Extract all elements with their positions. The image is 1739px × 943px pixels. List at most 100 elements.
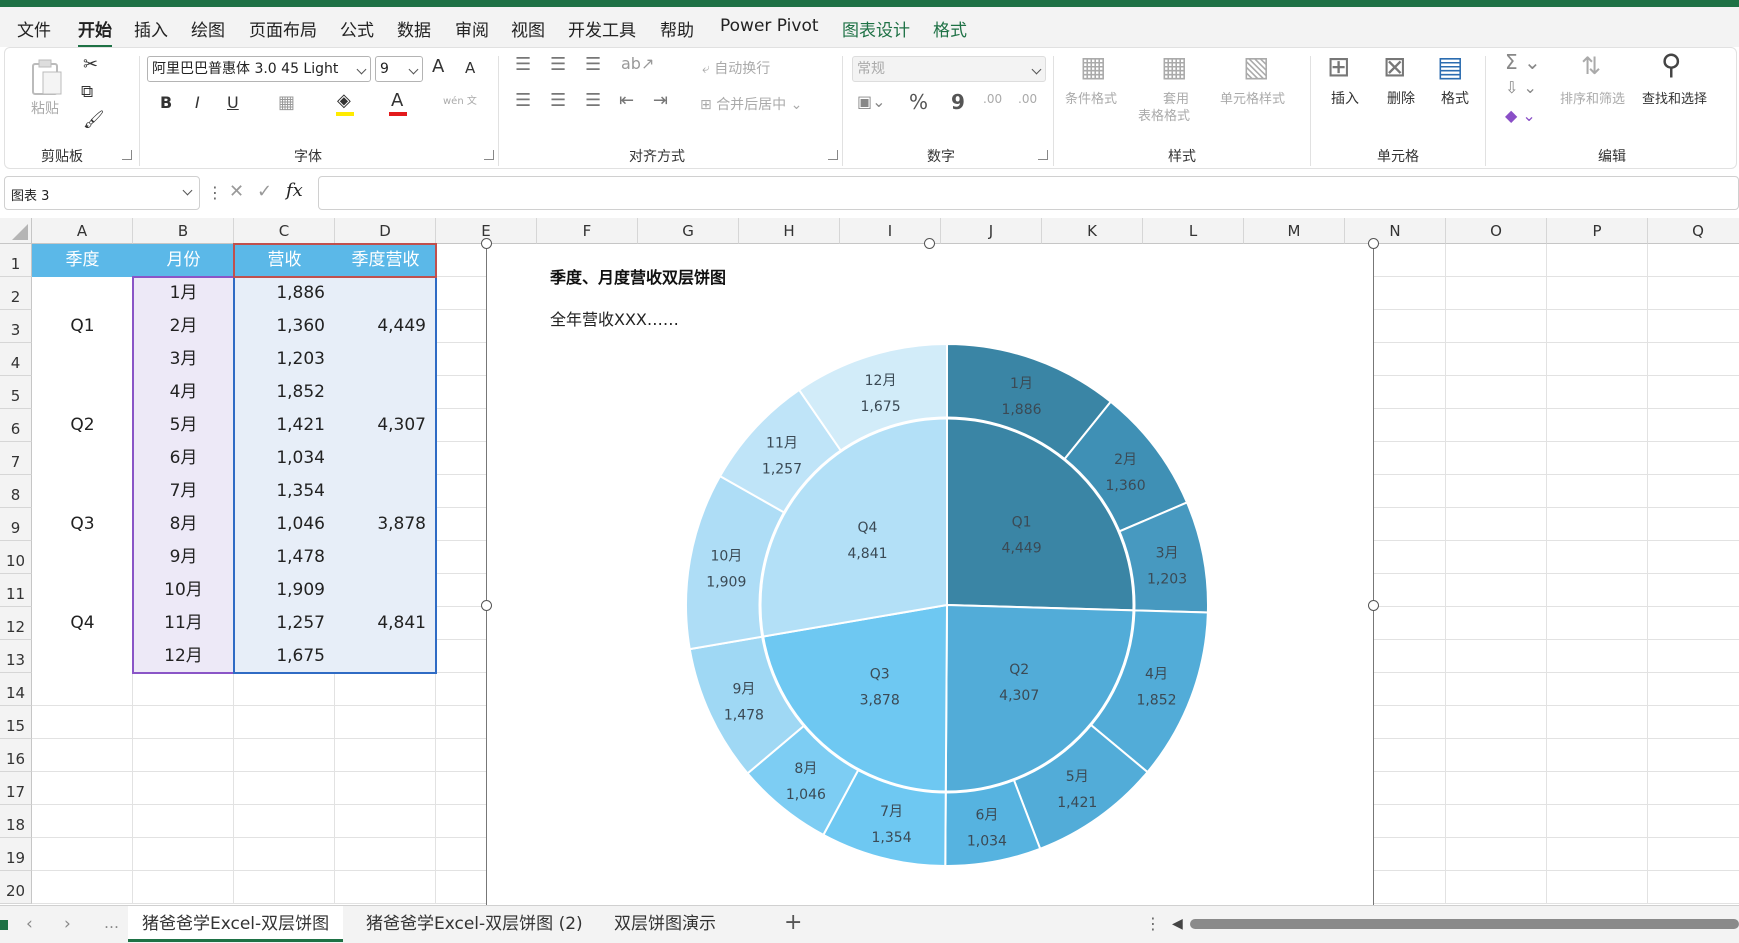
cell-styles-icon[interactable]: ▧ [1243,50,1269,83]
row-header-9[interactable]: 9 [0,508,32,541]
copy-icon[interactable]: ⧉ [81,82,93,102]
enter-icon[interactable]: ✓ [257,181,272,202]
column-header-d[interactable]: D [335,218,436,244]
delete-cells-button[interactable]: 删除 [1387,88,1415,108]
quarter-cell[interactable]: Q4 [32,574,133,673]
insert-cells-button[interactable]: 插入 [1331,88,1359,108]
month-cell[interactable]: 10月 [133,574,234,607]
tab-home[interactable]: 开始 [78,16,112,48]
select-all-button[interactable] [0,218,32,244]
cancel-icon[interactable]: ✕ [229,181,244,202]
format-cells-icon[interactable]: ▤ [1437,50,1463,83]
tab-developer[interactable]: 开发工具 [568,16,636,41]
tab-review[interactable]: 审阅 [455,16,489,41]
revenue-cell[interactable]: 1,034 [234,442,335,475]
increase-indent-icon[interactable]: ⇥ [653,90,668,111]
row-header-17[interactable]: 17 [0,772,32,805]
borders-icon[interactable]: ▦ [278,92,295,113]
month-cell[interactable]: 12月 [133,640,234,673]
row-header-12[interactable]: 12 [0,607,32,640]
quarter-cell[interactable]: Q1 [32,277,133,376]
row-header-1[interactable]: 1 [0,244,32,277]
column-header-o[interactable]: O [1446,218,1547,244]
month-cell[interactable]: 3月 [133,343,234,376]
row-header-6[interactable]: 6 [0,409,32,442]
table-header-3[interactable]: 营收 [234,244,335,277]
row-header-8[interactable]: 8 [0,475,32,508]
row-header-20[interactable]: 20 [0,871,32,904]
fill-icon[interactable]: ⇩ ⌄ [1505,78,1537,97]
align-middle-icon[interactable]: ☰ [550,54,566,75]
font-name-combo[interactable]: 阿里巴巴普惠体 3.0 45 Light [147,56,371,82]
clear-icon[interactable]: ◆ ⌄ [1505,106,1536,125]
revenue-cell[interactable]: 1,360 [234,310,335,343]
quarter-revenue-cell[interactable]: 4,307 [335,376,436,475]
row-header-18[interactable]: 18 [0,805,32,838]
format-painter-icon[interactable]: 🖌 [83,110,105,130]
row-header-14[interactable]: 14 [0,673,32,706]
conditional-format-icon[interactable]: ▦ [1080,50,1106,83]
table-header-1[interactable]: 季度 [32,244,133,277]
underline-button[interactable]: U [227,93,239,112]
month-cell[interactable]: 8月 [133,508,234,541]
align-left-icon[interactable]: ☰ [515,90,531,111]
name-box[interactable]: 图表 3 [4,176,200,210]
row-header-2[interactable]: 2 [0,277,32,310]
autosum-icon[interactable]: Σ ⌄ [1505,50,1541,74]
add-sheet-button[interactable]: + [784,910,802,935]
month-cell[interactable]: 7月 [133,475,234,508]
find-select-icon[interactable]: ⚲ [1661,48,1682,81]
sheet-tab-2[interactable]: 猪爸爸学Excel-双层饼图 (2) [352,906,597,942]
revenue-cell[interactable]: 1,886 [234,277,335,310]
align-right-icon[interactable]: ☰ [585,90,601,111]
chart-area[interactable]: 季度、月度营收双层饼图 全年营收XXX…… 1月 1,886 2月 1,360 3月 1,… [486,244,1374,905]
decrease-indent-icon[interactable]: ⇤ [619,90,634,111]
chart-resize-handle-top-left[interactable] [481,238,492,249]
italic-button[interactable]: I [195,93,200,112]
row-header-13[interactable]: 13 [0,640,32,673]
month-cell[interactable]: 1月 [133,277,234,310]
sheet-tab-3[interactable]: 双层饼图演示 [600,906,730,942]
font-color-button[interactable]: A [391,90,403,111]
next-sheet-icon[interactable]: › [64,914,71,934]
font-size-combo[interactable]: 9 [375,56,423,82]
month-cell[interactable]: 5月 [133,409,234,442]
format-as-table-icon[interactable]: ▦ [1161,50,1187,83]
align-bottom-icon[interactable]: ☰ [585,54,601,75]
number-format-combo[interactable]: 常规 [852,56,1046,82]
tab-data[interactable]: 数据 [397,16,431,41]
column-header-c[interactable]: C [234,218,335,244]
column-header-l[interactable]: L [1143,218,1244,244]
comma-button[interactable]: 9 [951,90,965,114]
revenue-cell[interactable]: 1,478 [234,541,335,574]
tab-insert[interactable]: 插入 [134,16,168,41]
column-header-h[interactable]: H [739,218,840,244]
revenue-cell[interactable]: 1,203 [234,343,335,376]
column-header-j[interactable]: J [941,218,1042,244]
bold-button[interactable]: B [160,93,172,112]
month-cell[interactable]: 4月 [133,376,234,409]
month-cell[interactable]: 2月 [133,310,234,343]
column-header-f[interactable]: F [537,218,638,244]
double-pie-chart[interactable]: 1月 1,886 2月 1,360 3月 1,203 4月 1,852 5月 1,421 6月 1,0… [487,244,1375,905]
align-top-icon[interactable]: ☰ [515,54,531,75]
quarter-revenue-cell[interactable]: 3,878 [335,475,436,574]
table-header-4[interactable]: 季度营收 [335,244,436,277]
month-cell[interactable]: 11月 [133,607,234,640]
phonetic-button[interactable]: wén 文 [443,92,477,107]
wrap-text-button[interactable]: ⤶ 自动换行 [702,58,770,78]
tab-draw[interactable]: 绘图 [191,16,225,41]
row-header-4[interactable]: 4 [0,343,32,376]
revenue-cell[interactable]: 1,421 [234,409,335,442]
row-header-3[interactable]: 3 [0,310,32,343]
quarter-cell[interactable]: Q2 [32,376,133,475]
revenue-cell[interactable]: 1,257 [234,607,335,640]
alignment-launcher-icon[interactable] [828,150,838,160]
tab-format[interactable]: 格式 [933,16,967,41]
percent-button[interactable]: % [909,90,928,114]
sort-filter-button[interactable]: 排序和筛选 [1560,88,1625,107]
column-header-p[interactable]: P [1547,218,1648,244]
sort-filter-icon[interactable]: ⇅ [1581,52,1601,80]
column-header-q[interactable]: Q [1648,218,1739,244]
column-header-a[interactable]: A [32,218,133,244]
